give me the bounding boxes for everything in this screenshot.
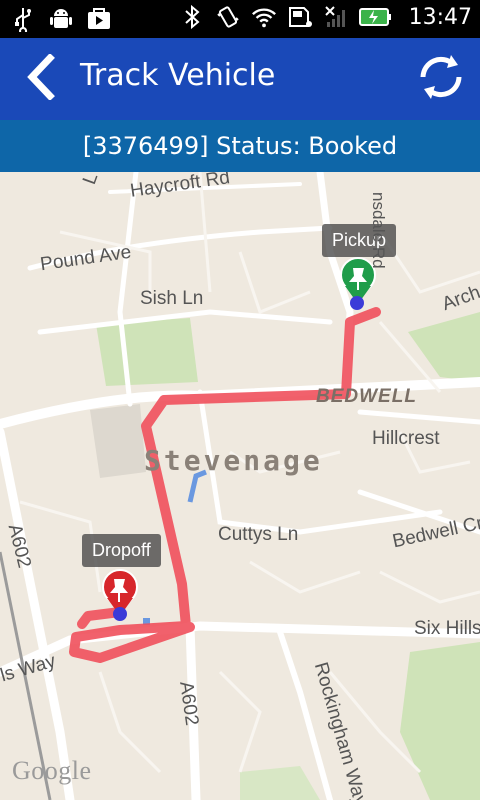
- booking-status: [3376499] Status: Booked: [0, 120, 480, 172]
- town-label: Stevenage: [144, 444, 323, 477]
- park-area: [240, 766, 320, 800]
- back-button[interactable]: [14, 52, 68, 106]
- park-area: [96, 318, 198, 386]
- street-label: Hillcrest: [372, 428, 440, 449]
- battery-charging-icon: [358, 4, 393, 30]
- refresh-icon: [415, 51, 467, 107]
- park-area: [408, 312, 480, 382]
- dropoff-label: Dropoff: [82, 534, 161, 567]
- area-label: BEDWELL: [316, 386, 417, 407]
- media-icon: [86, 6, 112, 32]
- clock: 13:47: [408, 4, 472, 30]
- street-label: Six Hills: [414, 618, 480, 639]
- street-label: Sish Ln: [140, 288, 204, 309]
- sd-card-icon: [287, 4, 313, 30]
- no-signal-icon: [323, 4, 349, 30]
- refresh-button[interactable]: [414, 52, 468, 106]
- street-label: nsdale Rd: [369, 192, 388, 269]
- app-bar: Track Vehicle: [0, 38, 480, 120]
- vibrate-icon: [215, 4, 241, 30]
- street-label: Cuttys Ln: [218, 524, 299, 545]
- page-title: Track Vehicle: [80, 58, 276, 93]
- map-view[interactable]: Pickup Dropoff Haycroft Rd Pound Ave Sis…: [0, 172, 480, 800]
- building-area: [90, 404, 146, 478]
- chevron-left-icon: [24, 53, 58, 104]
- park-area: [400, 642, 480, 800]
- wifi-icon: [251, 4, 277, 30]
- google-logo: Google: [12, 756, 92, 785]
- status-bar: 13:47: [0, 0, 480, 38]
- usb-icon: [10, 6, 36, 32]
- android-debug-icon: [48, 6, 74, 32]
- bluetooth-icon: [179, 4, 205, 30]
